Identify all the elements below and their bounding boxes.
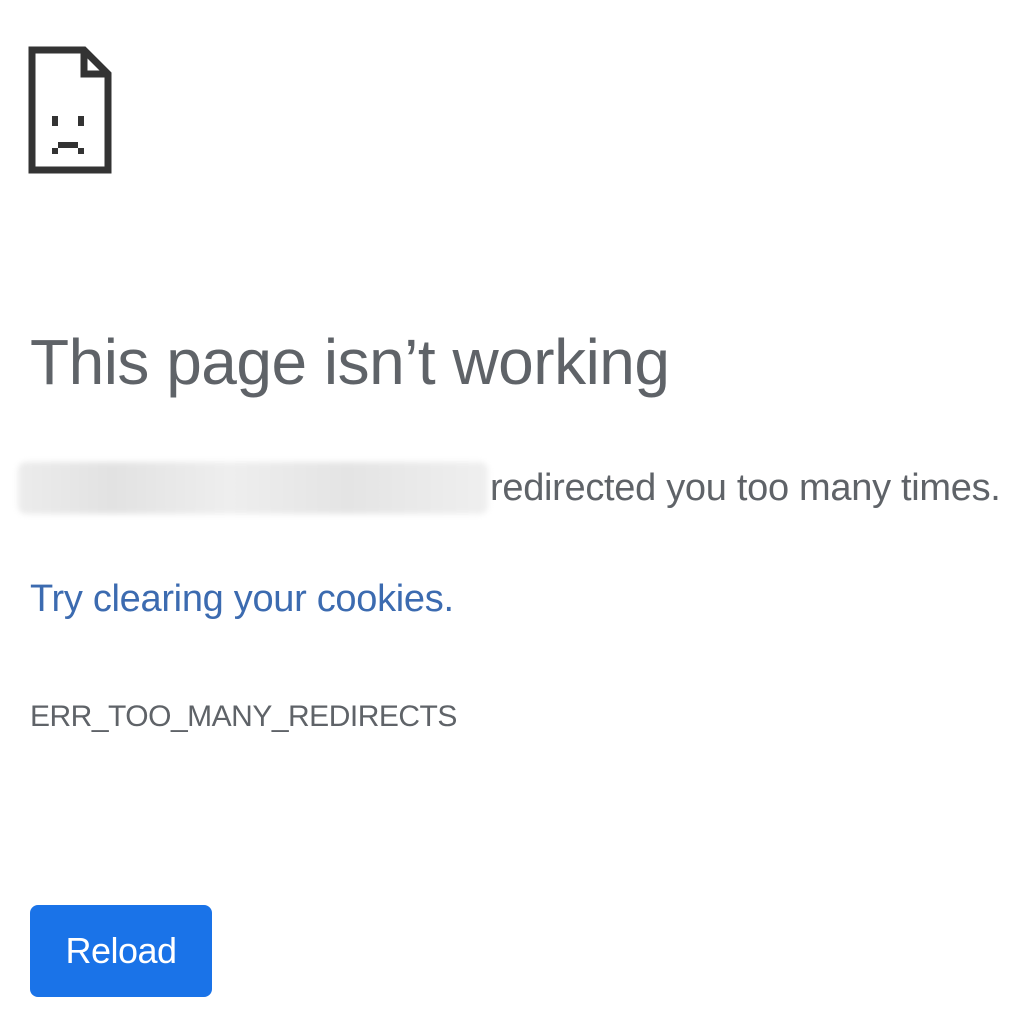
error-message: redirected you too many times.: [18, 458, 1001, 518]
error-code: ERR_TOO_MANY_REDIRECTS: [30, 700, 457, 733]
error-page: This page isn’t working redirected you t…: [0, 0, 1024, 1024]
clear-cookies-link[interactable]: Try clearing your cookies.: [30, 578, 454, 621]
reload-button[interactable]: Reload: [30, 905, 212, 997]
page-title: This page isn’t working: [30, 326, 670, 398]
redacted-hostname: [18, 462, 488, 514]
error-message-text: redirected you too many times.: [490, 466, 1001, 509]
sad-page-icon: [28, 46, 112, 174]
